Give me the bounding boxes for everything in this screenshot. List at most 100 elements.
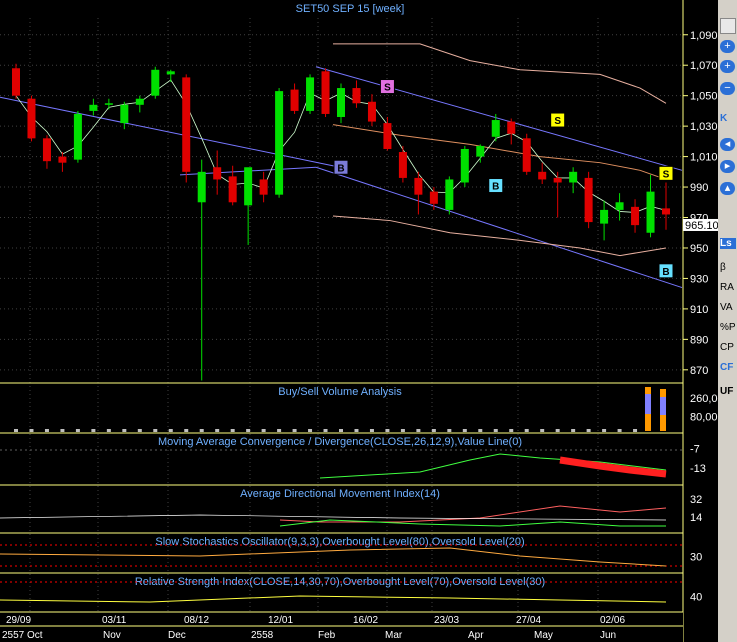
scroll-up-button[interactable] xyxy=(720,18,736,34)
candle-body xyxy=(259,179,268,195)
candle-body xyxy=(42,138,51,162)
volume-bar-small xyxy=(246,429,251,432)
sidebar-item-va[interactable]: VA xyxy=(720,302,736,313)
last-price-label: 965.10 xyxy=(685,220,719,232)
volume-bar-small xyxy=(137,429,142,432)
price-tick-label: 870 xyxy=(690,365,708,377)
candle-body xyxy=(538,171,547,180)
volume-bar-small xyxy=(261,429,266,432)
time-tick-top: 02/06 xyxy=(600,615,625,626)
arrow-icon-1[interactable]: ◂ xyxy=(720,138,735,151)
volume-bar-small xyxy=(586,429,591,432)
candle-body xyxy=(321,71,330,114)
sidebar-item-uf[interactable]: UF xyxy=(720,386,736,397)
candle-body xyxy=(120,104,129,124)
price-tick-label: 1,050 xyxy=(690,91,718,103)
ls-button[interactable]: Ls xyxy=(720,238,736,249)
time-tick-top: 23/03 xyxy=(434,615,459,626)
signal-marker-label: S xyxy=(384,83,391,94)
zoom-in-button-2[interactable]: + xyxy=(720,60,735,73)
candle-body xyxy=(58,156,67,163)
candle-body xyxy=(445,179,454,210)
candle-body xyxy=(135,98,144,105)
time-tick-bottom: 2558 xyxy=(251,630,274,641)
candlesticks xyxy=(12,63,670,381)
candle-body xyxy=(569,171,578,183)
volume-bar-small xyxy=(323,429,328,432)
sidebar-item-ra[interactable]: RA xyxy=(720,282,736,293)
time-tick-bottom: 2557 Oct xyxy=(2,630,43,641)
volume-bar-small xyxy=(555,429,560,432)
panel-tick-label: -13 xyxy=(690,463,706,475)
price-tick-label: 890 xyxy=(690,334,708,346)
candle-body xyxy=(27,98,36,139)
volume-bar-small xyxy=(385,429,390,432)
price-tick-label: 990 xyxy=(690,182,708,194)
candle-body xyxy=(476,145,485,157)
time-tick-bottom: May xyxy=(534,630,553,641)
candle-body xyxy=(244,167,253,206)
volume-bar-small xyxy=(416,429,421,432)
candle-body xyxy=(12,68,20,96)
volume-bar-small xyxy=(462,429,467,432)
time-tick-bottom: Nov xyxy=(103,630,121,641)
volume-bar-small xyxy=(106,429,111,432)
signal-marker-label: B xyxy=(337,163,344,174)
candle-body xyxy=(73,113,82,160)
candle-body xyxy=(507,121,516,134)
sidebar-item-pp[interactable]: %P xyxy=(720,322,736,333)
candle-body xyxy=(182,77,191,172)
zoom-in-button[interactable]: + xyxy=(720,40,735,53)
arrow-icon-3[interactable]: ▴ xyxy=(720,182,735,195)
time-tick-top: 12/01 xyxy=(268,615,293,626)
volume-bar-small xyxy=(75,429,80,432)
candle-body xyxy=(166,71,175,75)
sidebar-item-cf[interactable]: CF xyxy=(720,362,736,373)
panel-tick-label: 30 xyxy=(690,552,702,564)
candle-body xyxy=(290,89,299,111)
candle-body xyxy=(383,123,392,149)
volume-bar-small xyxy=(617,429,622,432)
volume-bar-small xyxy=(478,429,483,432)
volume-bar-small xyxy=(524,429,529,432)
candle-body xyxy=(275,91,284,195)
price-tick-label: 1,030 xyxy=(690,121,718,133)
candle-body xyxy=(662,208,670,215)
volume-bar-small xyxy=(308,429,313,432)
candle-body xyxy=(414,177,423,195)
adx-plus-line xyxy=(279,519,666,527)
k-button[interactable]: K xyxy=(720,113,736,124)
candle-body xyxy=(197,171,206,203)
time-tick-bottom: Apr xyxy=(468,630,484,641)
time-tick-top: 03/11 xyxy=(102,615,127,626)
chart: S B B S S B Buy/Sell Volume Analysis260,0080,… xyxy=(0,0,724,642)
volume-bar-small xyxy=(447,429,452,432)
channel-upper-left xyxy=(0,96,341,168)
panel-tick-label: 14 xyxy=(690,512,702,524)
price-tick-label: 930 xyxy=(690,273,708,285)
envelope-line xyxy=(332,215,667,257)
time-tick-bottom: Dec xyxy=(168,630,186,641)
chart-title: SET50 SEP 15 [week] xyxy=(296,3,405,15)
signal-marker-label: S xyxy=(554,116,561,127)
envelope-lines xyxy=(15,43,667,257)
volume-bar-small xyxy=(44,429,49,432)
volume-bar-small xyxy=(29,429,34,432)
volume-bar-small xyxy=(400,429,405,432)
zoom-out-button[interactable]: − xyxy=(720,82,735,95)
volume-bar-small xyxy=(277,429,282,432)
arrow-icon-2[interactable]: ▸ xyxy=(720,160,735,173)
candle-body xyxy=(367,101,376,122)
candle-body xyxy=(615,202,624,210)
volume-bar-small xyxy=(60,429,65,432)
volume-bar-small xyxy=(184,429,189,432)
candle-body xyxy=(337,88,345,117)
candle-body xyxy=(228,176,237,203)
panel-tick-label: 40 xyxy=(690,592,702,604)
time-tick-bottom: Mar xyxy=(385,630,403,641)
sidebar-item-beta[interactable]: β xyxy=(720,262,736,273)
candle-body xyxy=(306,77,315,111)
sidebar-item-cp[interactable]: CP xyxy=(720,342,736,353)
price-tick-label: 1,070 xyxy=(690,60,718,72)
time-tick-top: 29/09 xyxy=(6,615,31,626)
